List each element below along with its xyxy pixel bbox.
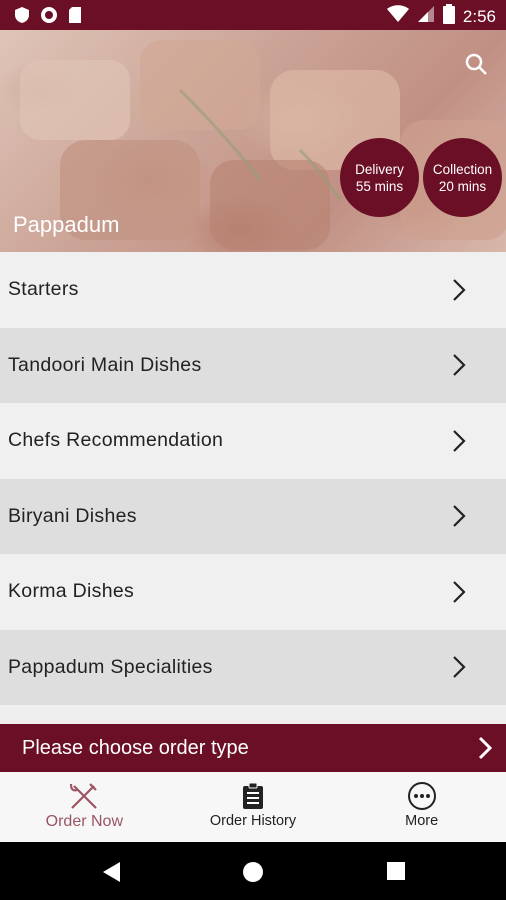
fork-knife-icon xyxy=(68,779,100,813)
order-type-label: Please choose order type xyxy=(22,736,249,759)
menu-item-label: Biryani Dishes xyxy=(8,504,137,527)
menu-item-pappadum-specialities[interactable]: Pappadum Specialities xyxy=(0,629,506,705)
restaurant-name: Pappadum xyxy=(13,212,120,237)
chevron-right-icon xyxy=(453,505,466,528)
menu-item-biryani-dishes[interactable]: Biryani Dishes xyxy=(0,478,506,554)
collection-badge: Collection 20 mins xyxy=(423,138,502,217)
collection-time: 20 mins xyxy=(438,178,487,194)
home-icon[interactable] xyxy=(242,861,264,888)
tab-order-now[interactable]: Order Now xyxy=(0,772,169,842)
collection-label: Collection xyxy=(432,161,493,177)
tab-order-history[interactable]: Order History xyxy=(169,772,338,842)
chevron-right-icon xyxy=(453,580,466,603)
chevron-right-icon xyxy=(453,354,466,377)
menu-item-label: Chefs Recommendation xyxy=(8,429,224,452)
system-navigation-bar xyxy=(0,842,506,900)
hero-banner: Pappadum xyxy=(0,30,506,252)
menu-category-list: Starters Tandoori Main Dishes Chefs Reco… xyxy=(0,252,506,705)
menu-item-tandoori-main-dishes[interactable]: Tandoori Main Dishes xyxy=(0,327,506,403)
menu-item-label: Pappadum Specialities xyxy=(8,655,213,678)
clock-time: 2:56 xyxy=(462,6,496,26)
menu-item-label: Starters xyxy=(8,278,79,301)
status-bar: 2:56 xyxy=(0,0,506,30)
bottom-tab-bar: Order Now Order History More xyxy=(0,772,506,842)
chevron-right-icon xyxy=(453,278,466,301)
tab-label: Order Now xyxy=(45,813,124,830)
tab-label: More xyxy=(405,813,439,829)
circle-record-icon xyxy=(40,6,58,29)
chevron-right-icon xyxy=(478,736,492,760)
tab-label: Order History xyxy=(209,813,297,829)
delivery-time: 55 mins xyxy=(355,178,404,194)
sd-card-icon xyxy=(68,6,82,29)
delivery-badge: Delivery 55 mins xyxy=(340,138,419,217)
battery-icon xyxy=(442,4,455,29)
recents-icon[interactable] xyxy=(386,861,406,886)
menu-item-chefs-recommendation[interactable]: Chefs Recommendation xyxy=(0,403,506,479)
delivery-label: Delivery xyxy=(355,161,404,177)
more-icon xyxy=(407,779,437,813)
menu-item-starters[interactable]: Starters xyxy=(0,252,506,328)
search-icon[interactable] xyxy=(464,52,488,81)
menu-item-korma-dishes[interactable]: Korma Dishes xyxy=(0,554,506,630)
chevron-right-icon xyxy=(453,429,466,452)
wifi-icon xyxy=(386,5,409,28)
chevron-right-icon xyxy=(453,656,466,679)
menu-item-label: Korma Dishes xyxy=(8,580,135,603)
signal-icon xyxy=(417,5,435,28)
shield-icon xyxy=(14,6,30,29)
clipboard-icon xyxy=(242,779,264,813)
tab-more[interactable]: More xyxy=(337,772,506,842)
back-icon[interactable] xyxy=(102,861,122,888)
choose-order-type-button[interactable]: Please choose order type xyxy=(0,724,506,772)
menu-item-label: Tandoori Main Dishes xyxy=(8,353,202,376)
